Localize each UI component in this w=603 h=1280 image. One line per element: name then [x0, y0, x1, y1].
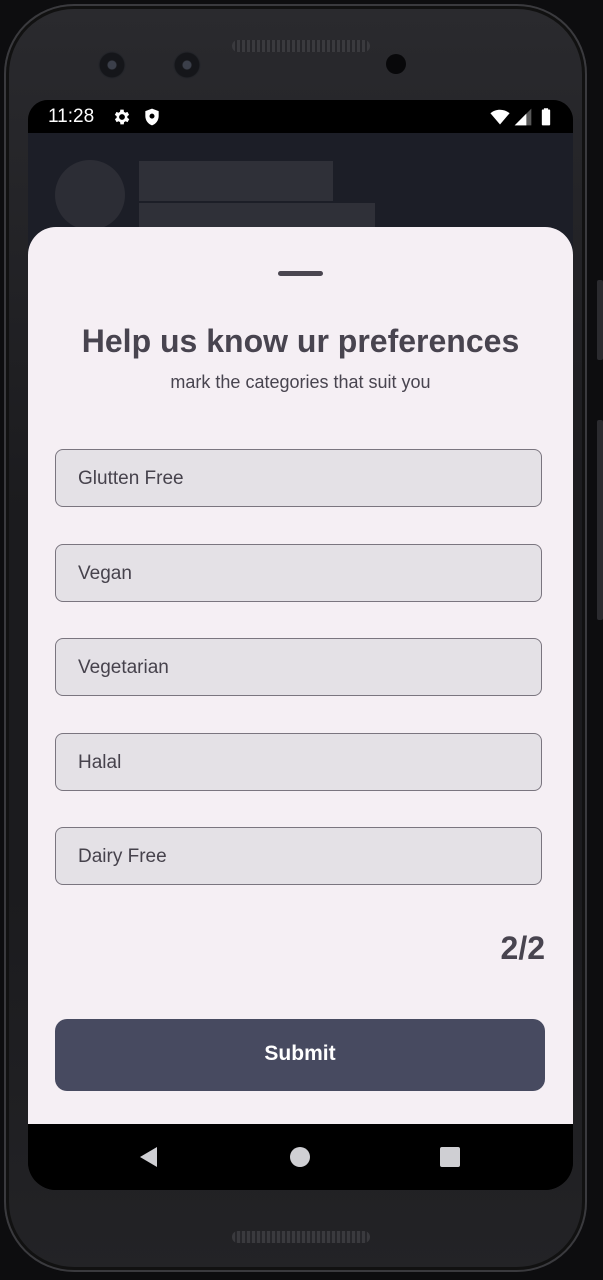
recents-icon[interactable] [438, 1145, 462, 1169]
volume-button [597, 420, 603, 620]
sheet-drag-handle[interactable] [278, 271, 323, 276]
home-icon[interactable] [288, 1145, 312, 1169]
battery-icon [541, 108, 551, 126]
option-label: Glutten Free [78, 468, 184, 489]
device-frame: 11:28 Help us know ur preferences mark t… [0, 0, 603, 1280]
power-button [597, 280, 603, 360]
text-placeholder [139, 161, 333, 201]
option-halal[interactable]: Halal [55, 733, 542, 791]
back-icon[interactable] [137, 1145, 161, 1169]
option-label: Vegetarian [78, 657, 169, 678]
settings-icon [114, 109, 130, 125]
navigation-bar [28, 1124, 573, 1190]
top-speaker [232, 40, 370, 52]
signal-icon [514, 108, 532, 126]
shield-icon [145, 108, 159, 126]
option-vegetarian[interactable]: Vegetarian [55, 638, 542, 696]
bottom-speaker [232, 1231, 370, 1243]
wifi-icon [490, 109, 510, 125]
proximity-sensor [386, 54, 406, 74]
status-time: 11:28 [48, 106, 95, 127]
screen: 11:28 Help us know ur preferences mark t… [28, 100, 573, 1190]
front-camera-icon [173, 51, 201, 79]
sheet-title: Help us know ur preferences [81, 323, 520, 359]
option-label: Halal [78, 752, 122, 773]
status-bar: 11:28 [28, 100, 573, 133]
preferences-bottom-sheet: Help us know ur preferences mark the cat… [28, 227, 573, 1124]
avatar-placeholder [55, 160, 125, 230]
option-vegan[interactable]: Vegan [55, 544, 542, 602]
page-counter: 2/2 [500, 930, 545, 966]
sheet-subtitle: mark the categories that suit you [170, 372, 431, 392]
option-dairy-free[interactable]: Dairy Free [55, 827, 542, 885]
submit-button[interactable]: Submit [55, 1019, 545, 1091]
option-label: Dairy Free [78, 846, 167, 867]
submit-label: Submit [264, 1042, 336, 1065]
front-camera-icon [98, 51, 126, 79]
option-glutten-free[interactable]: Glutten Free [55, 449, 542, 507]
option-label: Vegan [78, 563, 132, 584]
